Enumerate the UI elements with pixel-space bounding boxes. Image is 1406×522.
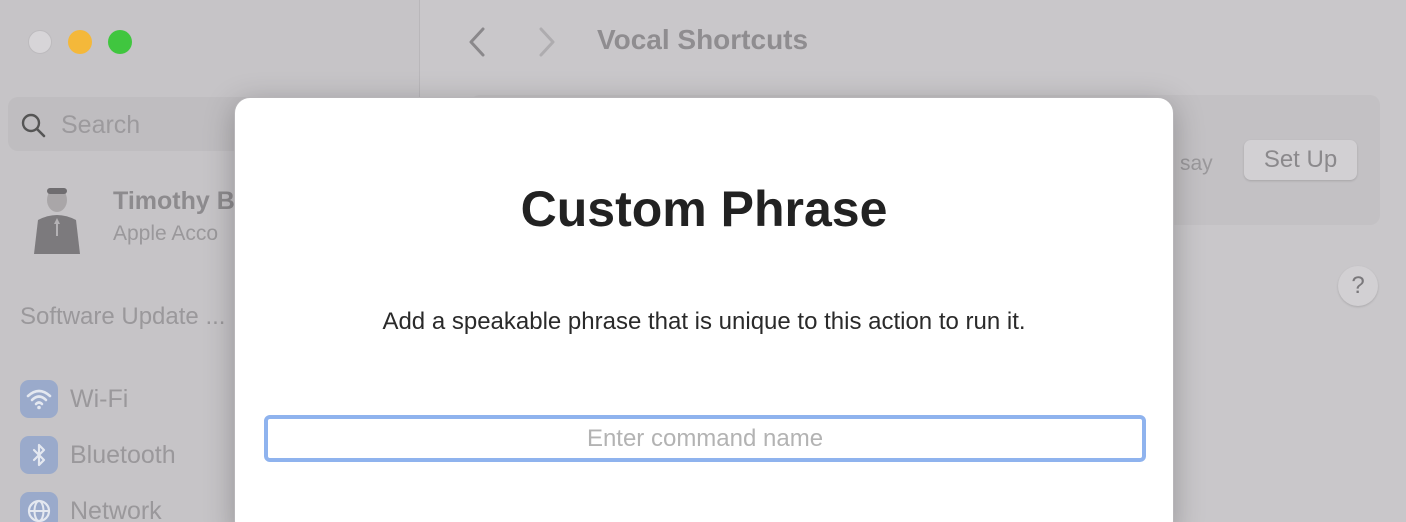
software-update-item[interactable]: Software Update ... bbox=[20, 303, 225, 331]
user-account-label: Apple Acco bbox=[113, 222, 219, 245]
avatar[interactable] bbox=[24, 182, 90, 254]
user-name: Timothy B bbox=[113, 187, 235, 215]
search-icon bbox=[21, 113, 46, 138]
window-zoom-button[interactable] bbox=[108, 30, 132, 54]
sidebar-item-network[interactable]: Network bbox=[20, 491, 162, 522]
page-title: Vocal Shortcuts bbox=[597, 24, 809, 55]
dialog-description: Add a speakable phrase that is unique to… bbox=[382, 308, 1026, 335]
bluetooth-icon bbox=[20, 436, 58, 474]
sidebar-item-label: Bluetooth bbox=[70, 440, 176, 469]
back-icon[interactable] bbox=[462, 24, 492, 60]
sidebar-item-wifi[interactable]: Wi-Fi bbox=[20, 379, 128, 419]
search-placeholder: Search bbox=[61, 111, 141, 139]
sidebar-item-label: Wi-Fi bbox=[70, 384, 129, 413]
sidebar-item-label: Network bbox=[70, 496, 162, 522]
setup-description-fragment: say bbox=[1180, 152, 1213, 175]
network-icon bbox=[20, 492, 58, 522]
help-button[interactable]: ? bbox=[1338, 266, 1378, 306]
user-photo-icon bbox=[24, 182, 90, 254]
window-minimize-button[interactable] bbox=[68, 30, 92, 54]
forward-icon[interactable] bbox=[532, 24, 562, 60]
custom-phrase-dialog: Custom Phrase Add a speakable phrase tha… bbox=[234, 97, 1174, 522]
window-close-button[interactable] bbox=[28, 30, 52, 54]
wifi-icon bbox=[20, 380, 58, 418]
command-name-input[interactable] bbox=[264, 415, 1146, 462]
dialog-title: Custom Phrase bbox=[520, 181, 888, 237]
sidebar-item-bluetooth[interactable]: Bluetooth bbox=[20, 435, 176, 475]
set-up-button[interactable]: Set Up bbox=[1244, 140, 1357, 180]
